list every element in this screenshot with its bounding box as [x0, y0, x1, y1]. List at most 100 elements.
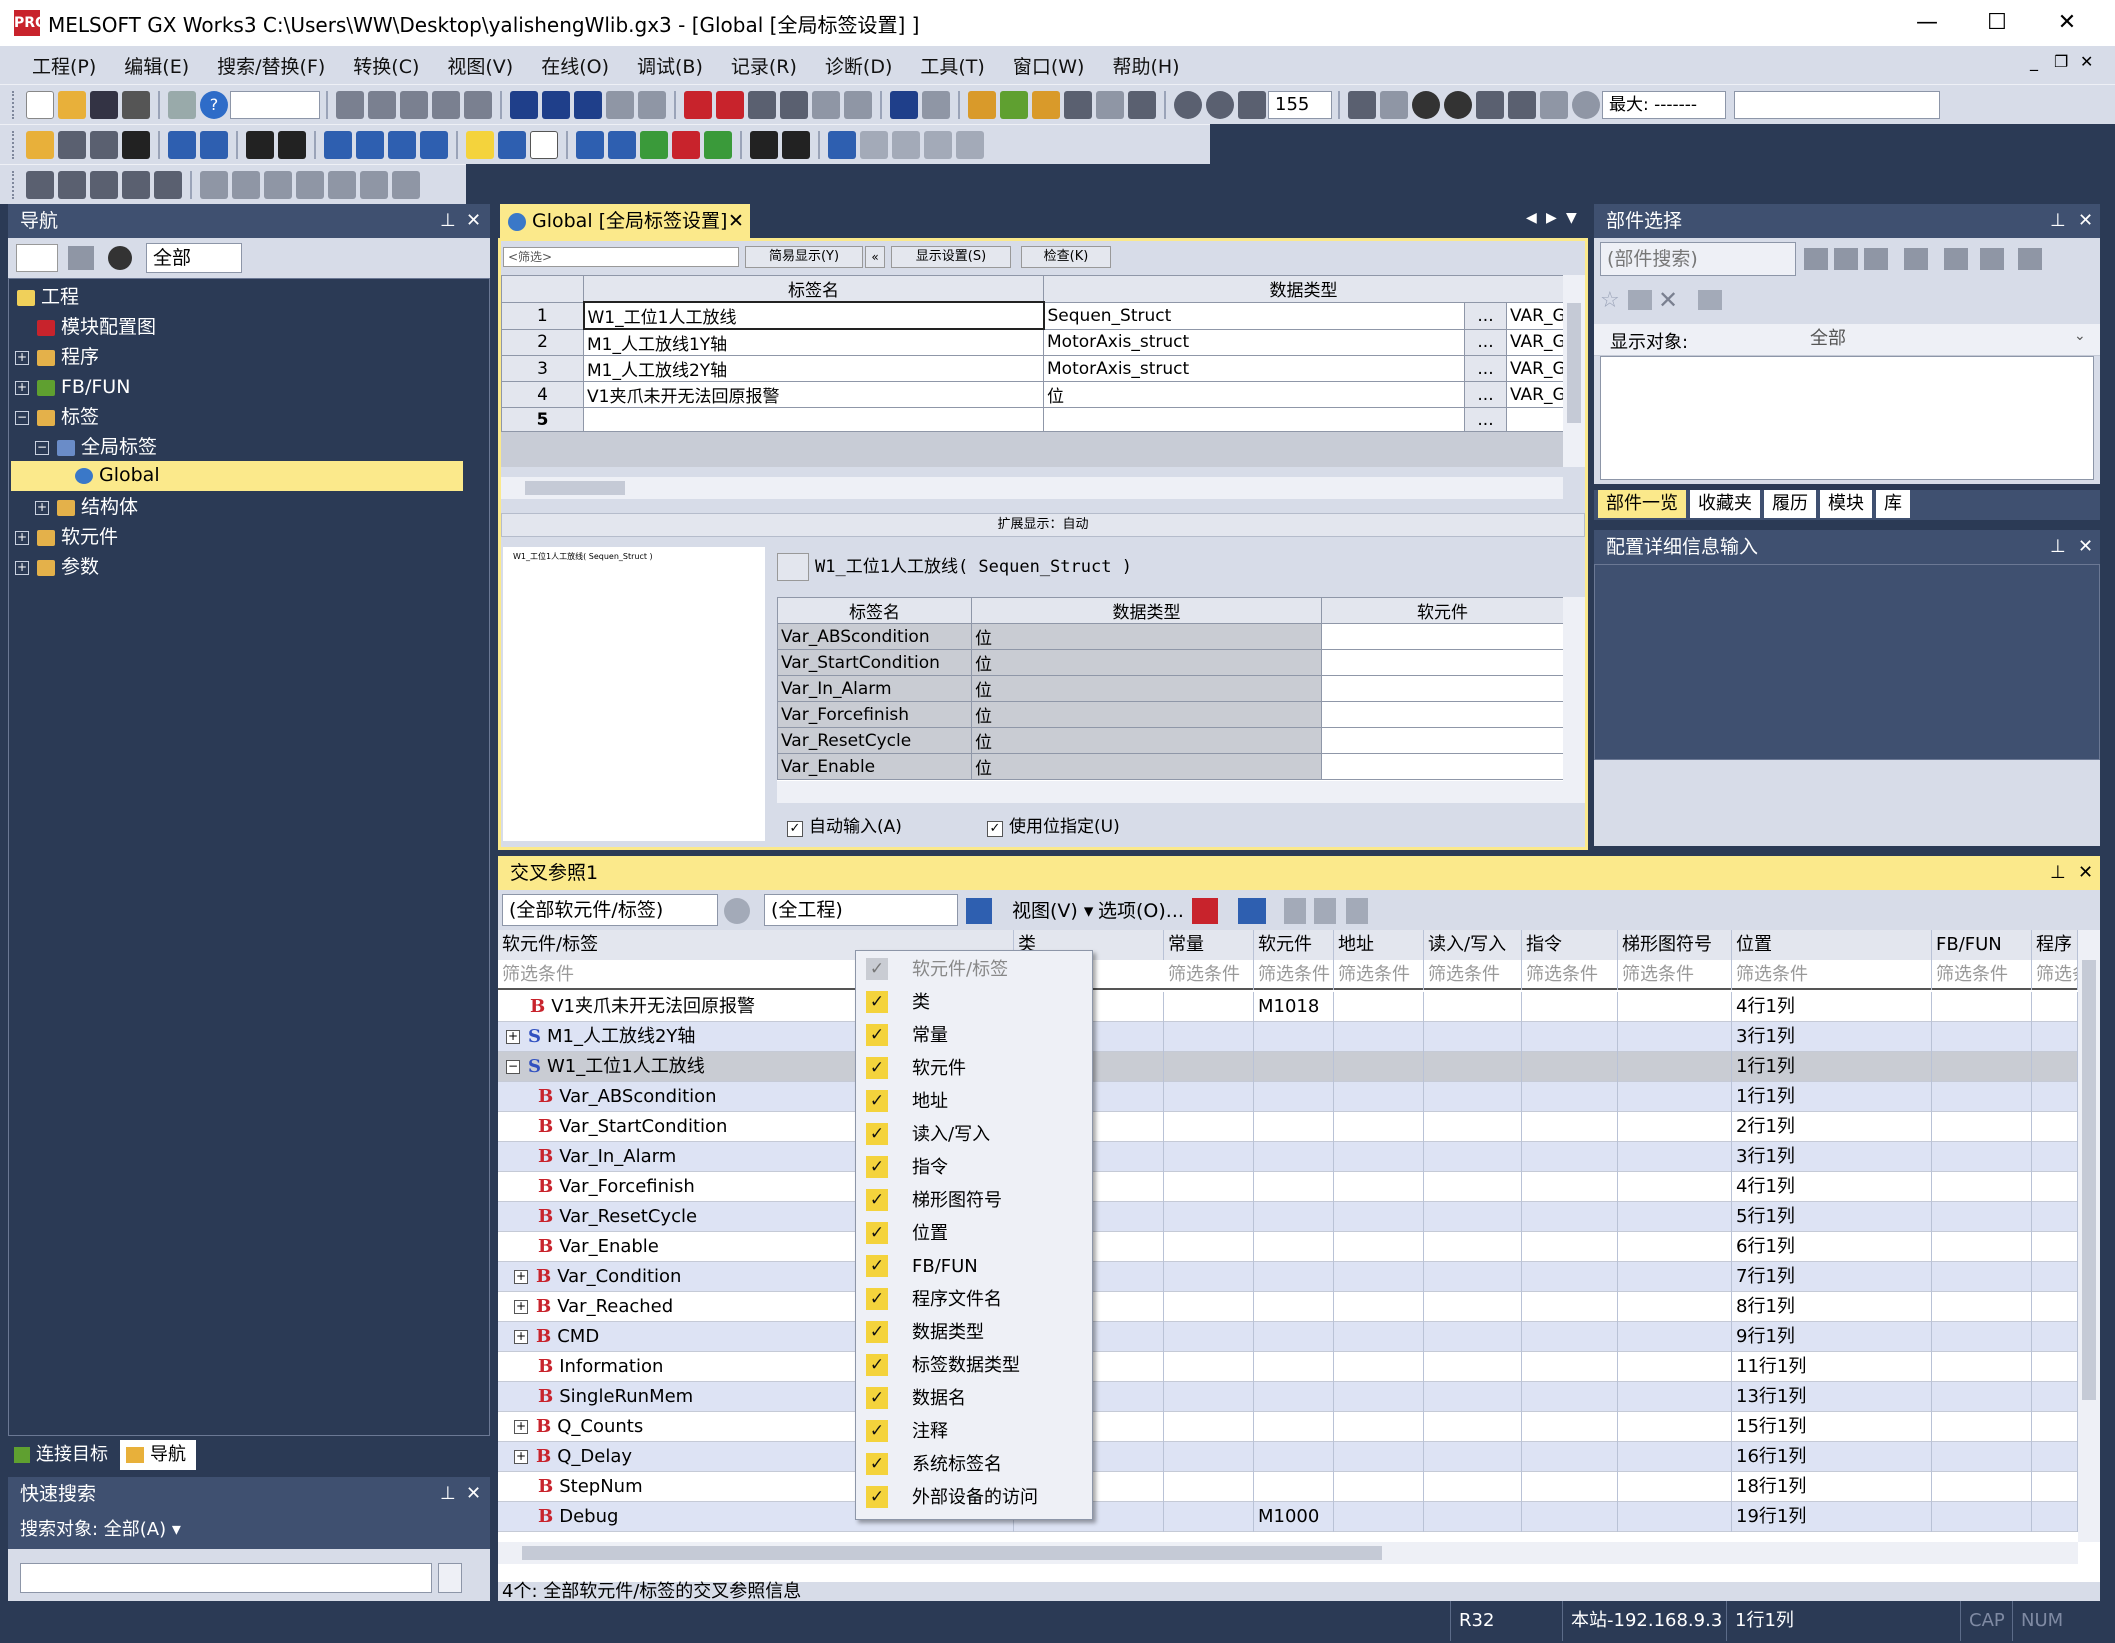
- tree-node-devices[interactable]: + 软元件: [15, 523, 118, 551]
- xref-row[interactable]: + B Var_Condition 7行1列: [498, 1262, 2078, 1292]
- tab-navigation[interactable]: 导航: [120, 1440, 196, 1470]
- step-icon[interactable]: [1476, 90, 1504, 119]
- window-icon[interactable]: [1238, 898, 1266, 924]
- member-device-cell[interactable]: [1321, 727, 1563, 754]
- cross-ref-icon[interactable]: [278, 130, 306, 159]
- menu-edit[interactable]: 编辑(E): [110, 52, 203, 79]
- expand-icon[interactable]: +: [35, 500, 49, 515]
- doc-restore-button[interactable]: ❐: [2054, 52, 2068, 71]
- convert-all-icon[interactable]: [1032, 90, 1060, 119]
- tab-global-labels[interactable]: Global [全局标签设置] ✕: [500, 204, 750, 238]
- collapse-icon[interactable]: −: [506, 1060, 520, 1074]
- back-icon[interactable]: [1284, 898, 1306, 924]
- close-icon[interactable]: ✕: [2078, 856, 2093, 890]
- member-name-cell[interactable]: Var_Enable: [777, 753, 972, 780]
- column-menu-item[interactable]: ✓ 注释: [856, 1415, 1092, 1448]
- ladder-write-icon[interactable]: [1128, 90, 1156, 119]
- chevron-down-icon[interactable]: ⌄: [2074, 328, 2086, 344]
- pin-icon[interactable]: ⊥: [440, 204, 456, 238]
- filter-fbfun[interactable]: 筛选条件: [1932, 960, 2032, 990]
- doc-close-button[interactable]: ✕: [2080, 52, 2093, 71]
- filter-program[interactable]: 筛选条件: [2032, 960, 2078, 990]
- column-menu-item[interactable]: ✓ 位置: [856, 1217, 1092, 1250]
- xref-row[interactable]: + B Q_Delay 16行1列: [498, 1442, 2078, 1472]
- member-row[interactable]: Var_Enable 位: [777, 753, 1563, 780]
- tab-favorites[interactable]: 收藏夹: [1690, 490, 1760, 518]
- label-name-cell[interactable]: [583, 407, 1044, 432]
- star-icon[interactable]: ☆: [1600, 288, 1620, 313]
- instruction-icon[interactable]: [232, 170, 260, 199]
- list-view-icon[interactable]: [1904, 248, 1928, 270]
- xref-hscroll[interactable]: [498, 1542, 2078, 1564]
- delete-icon[interactable]: ✕: [1658, 286, 1678, 314]
- label-list-icon[interactable]: [498, 130, 526, 159]
- col-read-write[interactable]: 读入/写入: [1424, 930, 1522, 960]
- pin-icon[interactable]: ⊥: [440, 1477, 456, 1511]
- dev-read-icon[interactable]: [356, 130, 384, 159]
- gear-icon[interactable]: [108, 246, 132, 270]
- xref-row[interactable]: B Var_In_Alarm 3行1列: [498, 1142, 2078, 1172]
- close-button[interactable]: ✕: [2032, 0, 2102, 46]
- column-menu-item[interactable]: ✓ 程序文件名: [856, 1283, 1092, 1316]
- zoom-fit-icon[interactable]: [1238, 90, 1266, 119]
- close-icon[interactable]: ✕: [466, 204, 481, 238]
- tab-scroll-left-icon[interactable]: ◀: [1526, 210, 1537, 226]
- filter-device[interactable]: 筛选条件: [1254, 960, 1334, 990]
- tree-node-project[interactable]: 工程: [17, 283, 79, 311]
- column-menu-item[interactable]: ✓ FB/FUN: [856, 1250, 1092, 1283]
- filter-constant[interactable]: 筛选条件: [1164, 960, 1254, 990]
- jump-icon[interactable]: [1346, 898, 1368, 924]
- tree-node-labels[interactable]: − 标签: [15, 403, 99, 431]
- col-program[interactable]: 程序: [2032, 930, 2078, 960]
- help-search-field[interactable]: [230, 90, 320, 119]
- tab-close-icon[interactable]: ✕: [728, 204, 744, 238]
- tab-history[interactable]: 履历: [1764, 490, 1816, 518]
- member-device-cell[interactable]: [1321, 753, 1563, 780]
- program-icon[interactable]: [90, 130, 118, 159]
- xref-row[interactable]: +SM1_人工放线2Y轴OBAL3行1列: [498, 1022, 2078, 1052]
- zoom-out-icon[interactable]: [1206, 90, 1234, 119]
- menu-record[interactable]: 记录(R): [717, 52, 811, 79]
- trace-icon[interactable]: [1508, 90, 1536, 119]
- search-icon[interactable]: [438, 1563, 462, 1593]
- expand-icon[interactable]: +: [15, 380, 29, 395]
- class-cell[interactable]: VAR_G: [1506, 328, 1563, 356]
- type-browse-button[interactable]: ...: [1464, 301, 1507, 330]
- tree-node-fbfun[interactable]: + FB/FUN: [15, 373, 130, 401]
- column-menu-item[interactable]: ✓ 指令: [856, 1151, 1092, 1184]
- error-mark-icon[interactable]: [672, 130, 700, 159]
- member-row[interactable]: Var_StartCondition 位: [777, 649, 1563, 676]
- nav-view-icon[interactable]: [16, 244, 58, 272]
- scan-icon[interactable]: [1540, 90, 1568, 119]
- xref-row[interactable]: B Var_StartCondition 2行1列: [498, 1112, 2078, 1142]
- filter-clear-icon[interactable]: [1192, 898, 1218, 924]
- new-icon[interactable]: [26, 90, 54, 119]
- convert-icon[interactable]: [1000, 90, 1028, 119]
- member-device-cell[interactable]: [1321, 623, 1563, 650]
- binoculars-icon[interactable]: [246, 130, 274, 159]
- label-grid-vscroll[interactable]: [1563, 275, 1585, 467]
- tab-list-icon[interactable]: ▼: [1566, 210, 1577, 226]
- bit-specify-checkbox[interactable]: ✓ 使用位指定(U): [987, 815, 1120, 839]
- menu-debug[interactable]: 调试(B): [623, 52, 717, 79]
- maximize-button[interactable]: ☐: [1962, 0, 2032, 46]
- member-name-cell[interactable]: Var_ABScondition: [777, 623, 972, 650]
- binoculars-next-icon[interactable]: [1834, 248, 1858, 270]
- member-row[interactable]: Var_Forcefinish 位: [777, 701, 1563, 728]
- xref-row[interactable]: B Var_ResetCycle 5行1列: [498, 1202, 2078, 1232]
- struct-edit-icon[interactable]: [777, 553, 809, 581]
- contact-icon[interactable]: [26, 170, 54, 199]
- member-name-cell[interactable]: Var_Forcefinish: [777, 701, 972, 728]
- display-settings-button[interactable]: 显示设置(S): [891, 246, 1011, 268]
- col-fbfun[interactable]: FB/FUN: [1932, 930, 2032, 960]
- paste-icon[interactable]: [400, 90, 428, 119]
- search-scope-dropdown[interactable]: 搜索对象: 全部(A) ▾: [8, 1511, 490, 1549]
- scroll-thumb[interactable]: [522, 1546, 1382, 1560]
- col-device[interactable]: 软元件: [1254, 930, 1334, 960]
- column-menu-item[interactable]: ✓ 软元件/标签: [856, 953, 1092, 986]
- scroll-thumb[interactable]: [2082, 960, 2096, 1400]
- vertical-line-icon[interactable]: [122, 170, 150, 199]
- toolbar-grip[interactable]: [12, 130, 18, 159]
- member-device-cell[interactable]: [1321, 675, 1563, 702]
- check-all-icon[interactable]: [1444, 90, 1472, 119]
